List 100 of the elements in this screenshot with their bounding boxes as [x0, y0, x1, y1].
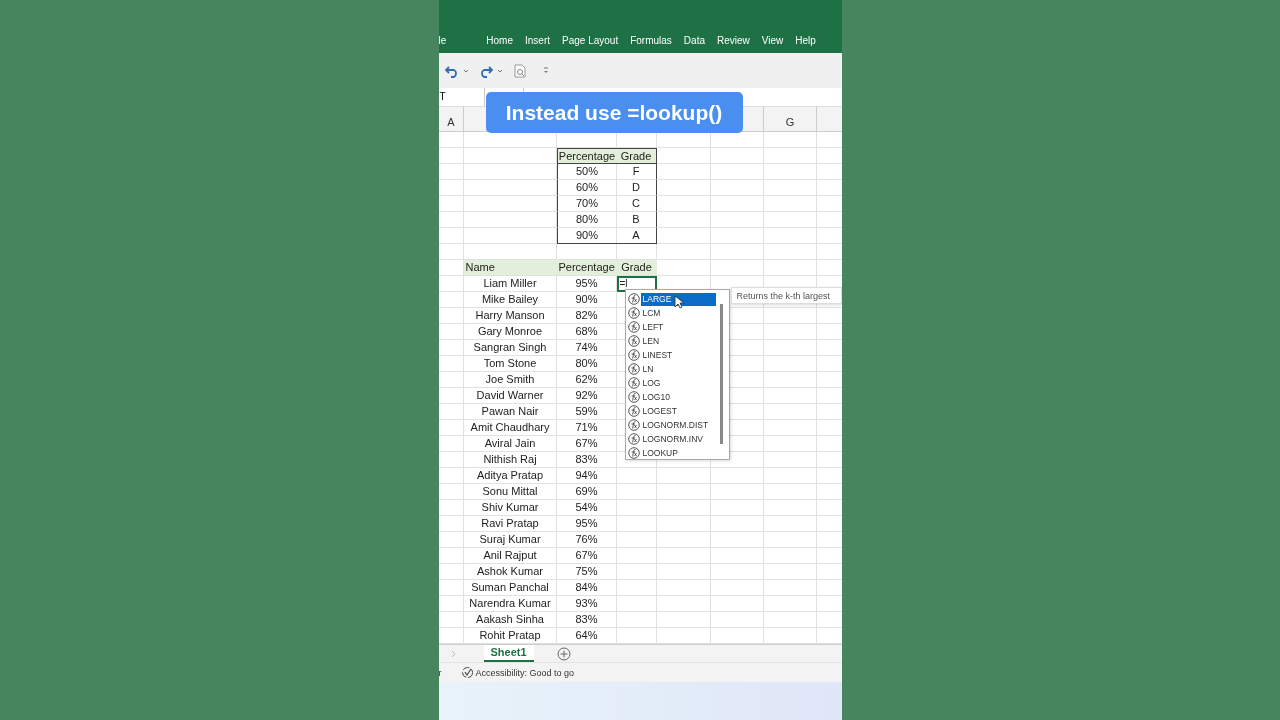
table-cell-text: Aviral Jain [483, 436, 537, 451]
table-cell-text: 94% [574, 468, 599, 483]
redo-icon[interactable] [478, 63, 493, 78]
table-cell: Grade [616, 260, 657, 276]
table-cell-text: Gary Monroe [476, 324, 544, 339]
ribbon-tab[interactable]: Page Layout [556, 35, 625, 46]
table-cell-text: Sangran Singh [472, 340, 548, 355]
function-option[interactable]: LOOKUP [640, 446, 718, 460]
table-cell-text: Ravi Pratap [480, 516, 540, 531]
undo-icon[interactable] [444, 63, 459, 78]
table-cell: Percentage [556, 260, 617, 276]
table-cell-text: Shiv Kumar [480, 500, 540, 515]
table-cell: 90% [556, 228, 617, 244]
function-icon[interactable] [627, 307, 640, 319]
function-icon[interactable] [627, 335, 640, 347]
table-cell-text: Narendra Kumar [468, 596, 552, 611]
table-cell-text: 69% [574, 484, 599, 499]
table-cell-text: 95% [574, 516, 599, 531]
print-preview-icon[interactable] [512, 63, 527, 78]
table-cell-text: 80% [574, 356, 599, 371]
table-cell-text: 92% [574, 388, 599, 403]
table-cell-text: Suraj Kumar [478, 532, 542, 547]
table-cell-text: Tom Stone [482, 356, 538, 371]
function-option[interactable]: LCM [640, 306, 718, 320]
table-cell: 80% [556, 212, 617, 228]
table-cell-text: Aakash Sinha [475, 612, 545, 627]
table-cell: C [616, 196, 657, 212]
function-icon[interactable] [627, 293, 640, 305]
function-option[interactable]: LARGE [640, 292, 716, 306]
autocomplete-list[interactable]: LARGE LCM LEFT LEN LINEST LN LOG LOG10 LOGEST LOGNORM.DIST LOGNORM.INV LOOKUP [624, 289, 730, 460]
table-cell-text: 83% [574, 612, 599, 627]
table-cell-text: 71% [574, 420, 599, 435]
table-cell-text: 67% [574, 436, 599, 451]
table-cell-text: 67% [574, 548, 599, 563]
function-icon[interactable] [627, 405, 640, 417]
name-box[interactable]: T [438, 88, 485, 106]
table-cell-text: Mike Bailey [480, 292, 540, 307]
table-cell-text: 93% [574, 596, 599, 611]
sheet-tab[interactable]: Sheet1 [483, 645, 534, 662]
function-icon[interactable] [627, 419, 640, 431]
caption-banner: Instead use =lookup() [485, 92, 743, 133]
table-cell-text: 76% [574, 532, 599, 547]
table-cell-text: David Warner [475, 388, 545, 403]
table-cell-text: Pawan Nair [480, 404, 540, 419]
ribbon-tab[interactable]: le [438, 35, 453, 46]
ribbon-tab[interactable]: Help [789, 35, 822, 46]
table-cell-text: Liam Miller [482, 276, 538, 291]
table-cell-text: 64% [574, 628, 599, 643]
ribbon-tab[interactable]: Data [677, 35, 711, 46]
table-cell-text: Ashok Kumar [476, 564, 544, 579]
ribbon-tab[interactable]: View [755, 35, 790, 46]
table-cell-text: 74% [574, 340, 599, 355]
table-cell: Name [463, 260, 557, 276]
table-cell: B [616, 212, 657, 228]
add-sheet-icon[interactable] [556, 646, 571, 661]
table-cell-text: Suman Panchal [470, 580, 550, 595]
table-cell-text: 90% [574, 292, 599, 307]
function-option[interactable]: LINEST [640, 348, 718, 362]
function-option[interactable]: LOGEST [640, 404, 718, 418]
function-icon[interactable] [627, 433, 640, 445]
function-icon[interactable] [627, 321, 640, 333]
function-icon[interactable] [627, 377, 640, 389]
table-cell-text: 83% [574, 452, 599, 467]
function-icon[interactable] [627, 391, 640, 403]
function-icon[interactable] [627, 447, 640, 459]
table-cell-text: Harry Manson [474, 308, 546, 323]
function-option[interactable]: LN [640, 362, 718, 376]
ribbon-tab[interactable]: Home [480, 35, 519, 46]
accessibility-status[interactable]: Accessibility: Good to go [475, 667, 575, 678]
function-option[interactable]: LOGNORM.INV [640, 432, 718, 446]
table-cell-text: Aditya Pratap [475, 468, 544, 483]
ribbon-tab[interactable]: Review [711, 35, 756, 46]
caret-icon[interactable] [496, 67, 503, 74]
function-option[interactable]: LEN [640, 334, 718, 348]
customize-icon[interactable] [542, 66, 549, 75]
table-cell: Percentage [556, 148, 617, 164]
function-option[interactable]: LOGNORM.DIST [640, 418, 718, 432]
table-cell: D [616, 180, 657, 196]
table-cell-text: Joe Smith [484, 372, 536, 387]
function-icon[interactable] [627, 349, 640, 361]
function-option[interactable]: LOG [640, 376, 718, 390]
table-cell-text: 82% [574, 308, 599, 323]
accessibility-icon[interactable] [460, 666, 474, 679]
table-cell-text: Nithish Raj [482, 452, 538, 467]
tooltip: Returns the k-th largest [730, 287, 842, 304]
caret-icon[interactable] [462, 67, 469, 74]
function-option[interactable]: LOG10 [640, 390, 718, 404]
function-option[interactable]: LEFT [640, 320, 718, 334]
table-cell-text: Anil Rajput [482, 548, 538, 563]
table-cell: 70% [556, 196, 617, 212]
table-cell: 50% [556, 164, 617, 180]
scrollbar-thumb[interactable] [720, 304, 723, 444]
table-cell: F [616, 164, 657, 180]
ribbon-tab[interactable]: Formulas [624, 35, 678, 46]
column-header[interactable]: A [438, 107, 464, 131]
table-cell-text: 84% [574, 580, 599, 595]
cursor-icon[interactable] [673, 295, 684, 309]
column-header[interactable]: G [763, 107, 817, 131]
function-icon[interactable] [627, 363, 640, 375]
ribbon-tab[interactable]: Insert [519, 35, 556, 46]
